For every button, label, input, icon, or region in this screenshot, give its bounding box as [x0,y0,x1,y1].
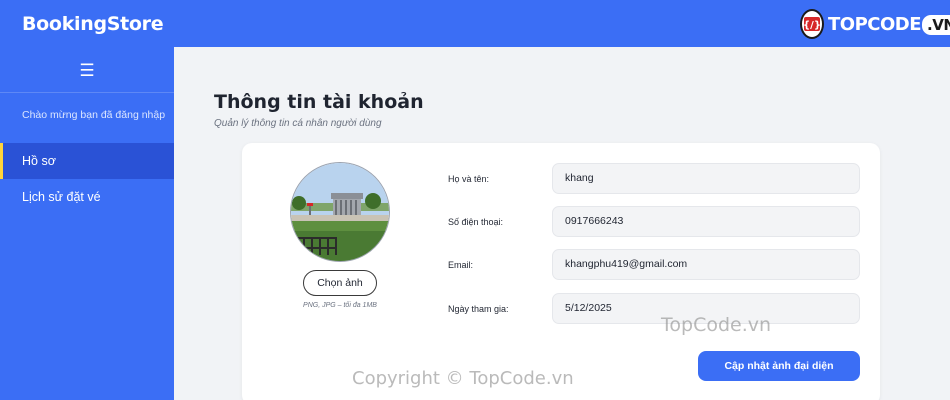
email-label: Email: [448,260,474,270]
profile-card: Chọn ảnh PNG, JPG – tối đa 1MB Họ và tên… [242,143,880,400]
brand-title[interactable]: BookingStore [22,13,164,35]
join-date-field[interactable]: 5/12/2025 [552,293,860,324]
file-format-hint: PNG, JPG – tối đa 1MB [303,302,377,309]
sidebar-divider [0,92,174,93]
svg-text:{/}: {/} [803,20,821,31]
page-subtitle: Quản lý thông tin cá nhân người dùng [214,118,382,129]
logo-text-main: TOPCODE [828,13,922,35]
full-name-field[interactable]: khang [552,163,860,194]
join-date-label: Ngày tham gia: [448,304,509,314]
phone-label: Số điện thoại: [448,217,504,227]
menu-toggle-icon[interactable]: ☰ [77,61,97,81]
sidebar-item-booking-history[interactable]: Lịch sử đặt vé [0,179,174,215]
full-name-label: Họ và tên: [448,174,490,184]
sidebar-item-profile[interactable]: Hồ sơ [0,143,174,179]
welcome-message: Chào mừng bạn đã đăng nhập [22,109,166,121]
top-bar: BookingStore {/} TOPCODE .VN [0,0,950,47]
sidebar: ☰ Chào mừng bạn đã đăng nhập Hồ sơ Lịch … [0,47,174,400]
topcode-logo-icon: {/} [800,9,824,39]
topcode-logo-text: TOPCODE .VN [828,14,950,35]
page-title: Thông tin tài khoản [214,91,424,113]
email-field[interactable]: khangphu419@gmail.com [552,249,860,280]
logo-text-suffix: .VN [922,14,950,35]
choose-image-button[interactable]: Chọn ảnh [303,270,377,296]
update-avatar-button[interactable]: Cập nhật ảnh đại diện [698,351,860,381]
phone-field[interactable]: 0917666243 [552,206,860,237]
topcode-logo: {/} TOPCODE .VN [800,9,950,39]
avatar [290,162,390,262]
